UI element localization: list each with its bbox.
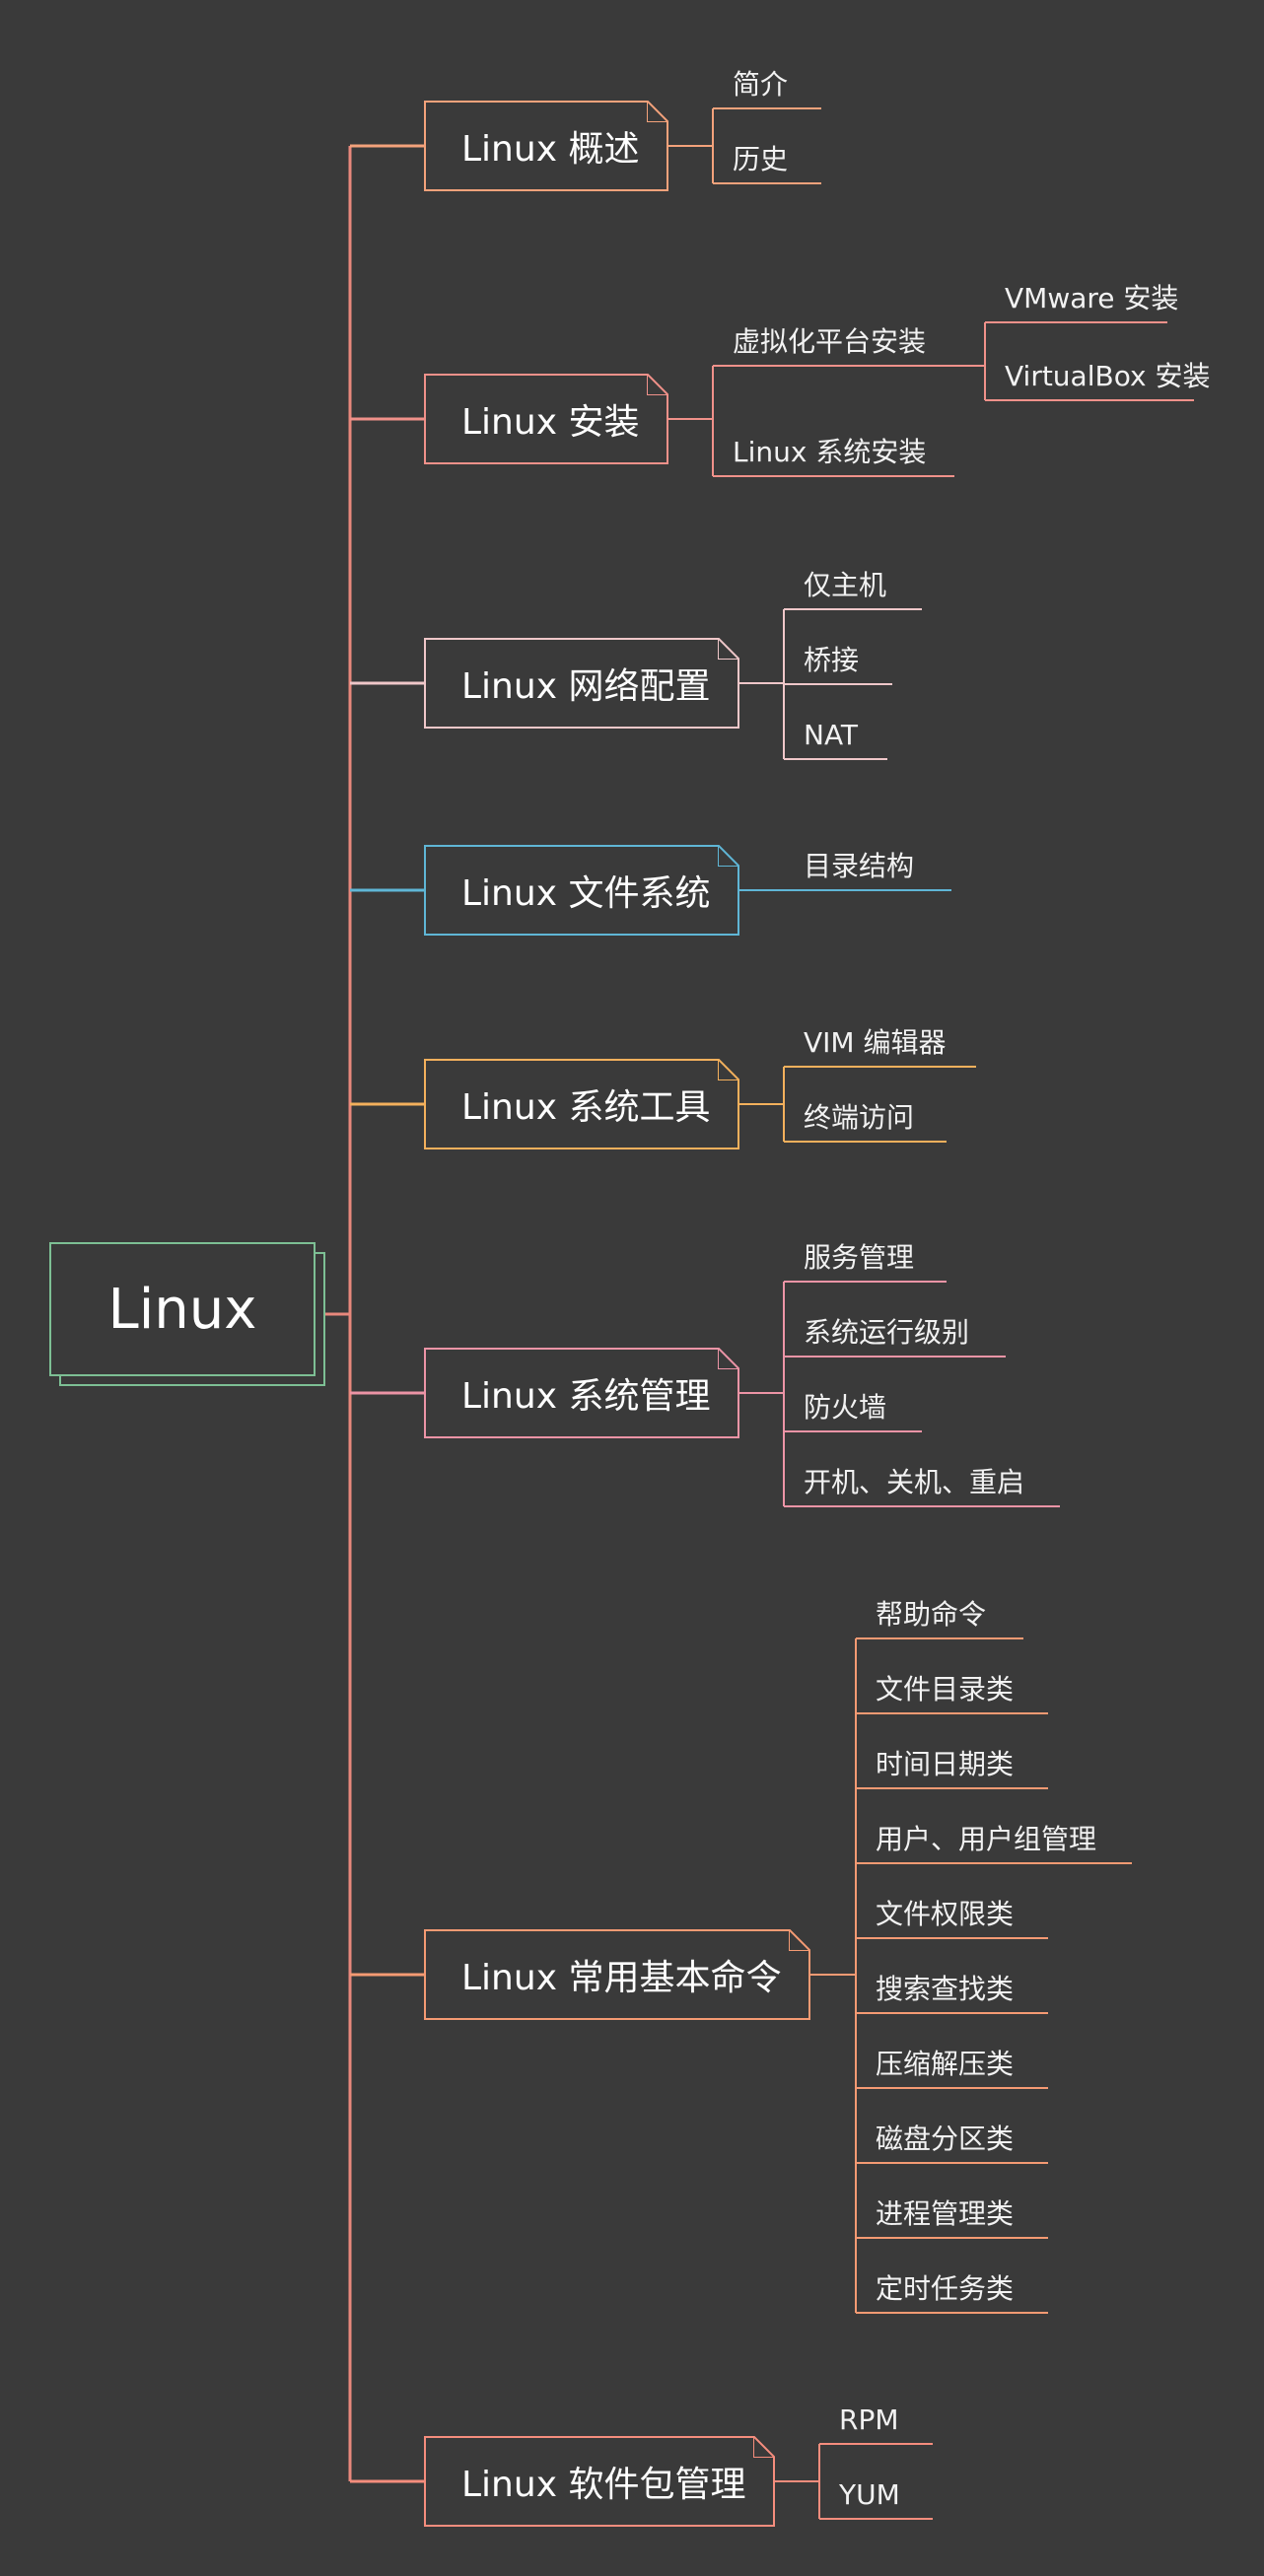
topic-label: Linux 系统工具 — [461, 1087, 711, 1128]
note-fold-icon — [718, 1059, 739, 1080]
subtopic-node[interactable]: 磁盘分区类 — [876, 2122, 1014, 2157]
topic-label: Linux 软件包管理 — [461, 2465, 746, 2505]
subtopic-node[interactable]: 虚拟化平台安装 — [733, 324, 926, 360]
topic-label: Linux 安装 — [461, 402, 640, 443]
note-fold-icon — [789, 1929, 810, 1951]
subtopic-node[interactable]: 桥接 — [804, 643, 859, 678]
subtopic-node[interactable]: 帮助命令 — [876, 1597, 986, 1633]
subtopic-node[interactable]: RPM — [839, 2402, 899, 2438]
subtopic-node[interactable]: VIM 编辑器 — [804, 1025, 946, 1061]
subtopic-node[interactable]: 简介 — [733, 67, 788, 103]
subtopic-node[interactable]: 开机、关机、重启 — [804, 1465, 1024, 1500]
subtopic-node[interactable]: 历史 — [733, 142, 788, 177]
topic-node[interactable]: Linux 网络配置 — [424, 638, 739, 729]
subtopic-node[interactable]: 时间日期类 — [876, 1747, 1014, 1782]
subtopic-node[interactable]: 用户、用户组管理 — [876, 1822, 1096, 1857]
subtopic-node[interactable]: 防火墙 — [804, 1390, 886, 1426]
topic-label: Linux 常用基本命令 — [461, 1958, 782, 1998]
subtopic-node[interactable]: 目录结构 — [804, 849, 914, 884]
note-fold-icon — [718, 638, 739, 660]
note-fold-icon — [718, 1348, 739, 1369]
topic-node[interactable]: Linux 系统管理 — [424, 1348, 739, 1438]
subtopic-node[interactable]: VMware 安装 — [1005, 281, 1178, 316]
topic-node[interactable]: Linux 概述 — [424, 101, 668, 191]
topic-node[interactable]: Linux 软件包管理 — [424, 2436, 775, 2527]
subtopic-node[interactable]: 搜索查找类 — [876, 1972, 1014, 2007]
subtopic-node[interactable]: 服务管理 — [804, 1240, 914, 1276]
topic-node[interactable]: Linux 安装 — [424, 374, 668, 464]
topic-label: Linux 网络配置 — [461, 666, 711, 707]
note-fold-icon — [718, 845, 739, 867]
subtopic-node[interactable]: VirtualBox 安装 — [1005, 359, 1210, 394]
note-fold-icon — [647, 374, 668, 395]
subtopic-node[interactable]: 文件权限类 — [876, 1897, 1014, 1932]
subtopic-node[interactable]: 进程管理类 — [876, 2196, 1014, 2232]
subtopic-node[interactable]: 定时任务类 — [876, 2271, 1014, 2307]
topic-label: Linux 系统管理 — [461, 1376, 711, 1417]
subtopic-node[interactable]: 文件目录类 — [876, 1672, 1014, 1707]
topic-label: Linux 文件系统 — [461, 873, 711, 914]
note-fold-icon — [753, 2436, 775, 2458]
subtopic-node[interactable]: YUM — [839, 2477, 900, 2513]
topic-node[interactable]: Linux 系统工具 — [424, 1059, 739, 1149]
root-node-label[interactable]: Linux — [49, 1242, 316, 1376]
subtopic-node[interactable]: 终端访问 — [804, 1100, 914, 1136]
subtopic-node[interactable]: 仅主机 — [804, 568, 886, 603]
subtopic-node[interactable]: 系统运行级别 — [804, 1315, 969, 1351]
subtopic-node[interactable]: NAT — [804, 718, 858, 753]
subtopic-node[interactable]: 压缩解压类 — [876, 2047, 1014, 2082]
note-fold-icon — [647, 101, 668, 122]
topic-node[interactable]: Linux 文件系统 — [424, 845, 739, 936]
subtopic-node[interactable]: Linux 系统安装 — [733, 435, 926, 470]
topic-node[interactable]: Linux 常用基本命令 — [424, 1929, 810, 2020]
topic-label: Linux 概述 — [461, 129, 640, 170]
